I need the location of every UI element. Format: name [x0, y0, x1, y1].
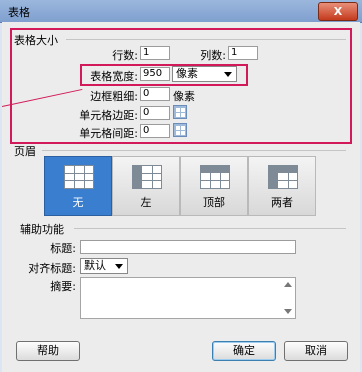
- chevron-down-icon: [115, 264, 123, 269]
- summary-textarea[interactable]: [80, 277, 296, 319]
- table-left-header-icon: [132, 165, 162, 189]
- cols-label: 列数:: [200, 49, 226, 62]
- align-caption-value: 默认: [84, 259, 106, 272]
- caption-label: 标题:: [50, 242, 76, 255]
- cell-padding-label: 单元格边距:: [79, 109, 138, 122]
- cols-input[interactable]: 1: [228, 46, 258, 60]
- ok-button[interactable]: 确定: [212, 341, 276, 361]
- header-option-label: 左: [140, 196, 152, 209]
- border-label: 边框粗细:: [90, 90, 138, 103]
- align-caption-label: 对齐标题:: [28, 262, 76, 275]
- width-unit-select[interactable]: 像素: [172, 66, 237, 82]
- title-bar: 表格 X: [0, 0, 362, 23]
- header-section-label: 页眉: [14, 145, 36, 158]
- border-unit-label: 像素: [173, 90, 195, 103]
- table-none-icon: [64, 165, 94, 189]
- divider: [74, 228, 346, 229]
- caption-input[interactable]: [80, 240, 296, 254]
- accessibility-section-label: 辅助功能: [20, 223, 64, 236]
- table-top-header-icon: [200, 165, 230, 189]
- window-title: 表格: [8, 6, 30, 19]
- help-button[interactable]: 帮助: [16, 341, 80, 361]
- table-width-input[interactable]: 950: [140, 67, 170, 81]
- rows-label: 行数:: [112, 49, 138, 62]
- cell-padding-icon: [173, 105, 187, 119]
- width-unit-value: 像素: [176, 67, 198, 80]
- divider: [66, 39, 346, 40]
- cancel-button[interactable]: 取消: [284, 341, 348, 361]
- align-caption-select[interactable]: 默认: [80, 258, 128, 274]
- header-option-left[interactable]: 左: [112, 156, 180, 216]
- chevron-down-icon: [224, 72, 232, 77]
- scroll-up-icon[interactable]: [284, 282, 292, 287]
- table-both-header-icon: [268, 165, 298, 189]
- dialog-body: 表格大小 行数: 1 列数: 1 表格宽度: 950 像素 边框粗细: 0 像素…: [2, 22, 360, 372]
- close-button[interactable]: X: [318, 2, 358, 21]
- header-option-both[interactable]: 两者: [248, 156, 316, 216]
- table-width-label: 表格宽度:: [90, 70, 138, 83]
- header-option-label: 两者: [271, 196, 293, 209]
- header-option-top[interactable]: 顶部: [180, 156, 248, 216]
- cell-spacing-label: 单元格间距:: [79, 127, 138, 140]
- header-option-label: 无: [72, 196, 84, 209]
- close-icon: X: [333, 5, 343, 18]
- border-input[interactable]: 0: [140, 87, 170, 101]
- rows-input[interactable]: 1: [140, 46, 170, 60]
- cell-padding-input[interactable]: 0: [140, 106, 170, 120]
- header-option-none[interactable]: 无: [44, 156, 112, 216]
- scroll-down-icon[interactable]: [284, 309, 292, 314]
- table-size-section-label: 表格大小: [14, 34, 58, 47]
- summary-label: 摘要:: [50, 280, 76, 293]
- header-option-label: 顶部: [203, 196, 225, 209]
- cell-spacing-icon: [173, 123, 187, 137]
- divider: [42, 150, 346, 151]
- cell-spacing-input[interactable]: 0: [140, 124, 170, 138]
